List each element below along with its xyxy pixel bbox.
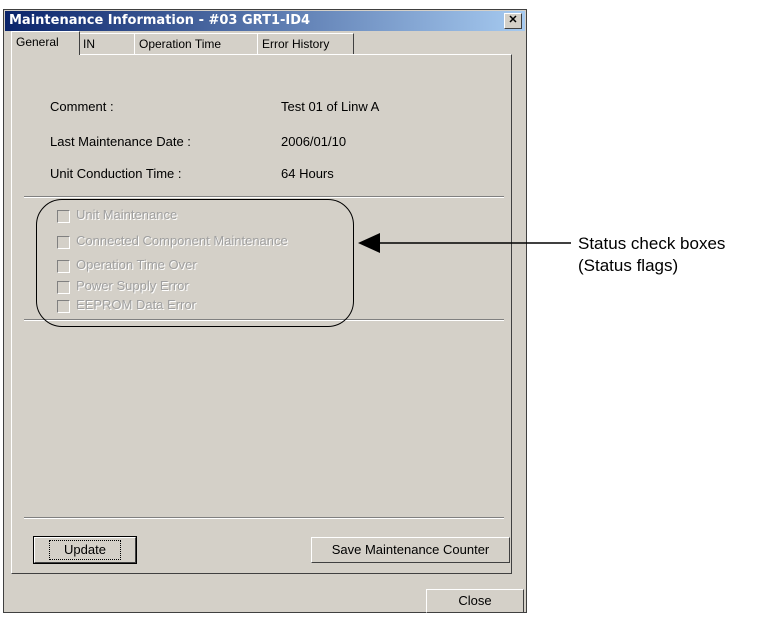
callout-arrow bbox=[358, 233, 571, 253]
tab-general[interactable]: General bbox=[11, 31, 80, 55]
callout-label-line1: Status check boxes bbox=[578, 234, 726, 253]
close-button[interactable]: Close bbox=[426, 589, 524, 613]
update-button-label: Update bbox=[49, 540, 121, 560]
callout-label-line2: (Status flags) bbox=[578, 256, 679, 275]
update-button[interactable]: Update bbox=[33, 536, 137, 564]
save-maintenance-counter-button[interactable]: Save Maintenance Counter bbox=[311, 537, 510, 563]
callout-arrow-head bbox=[358, 233, 380, 253]
